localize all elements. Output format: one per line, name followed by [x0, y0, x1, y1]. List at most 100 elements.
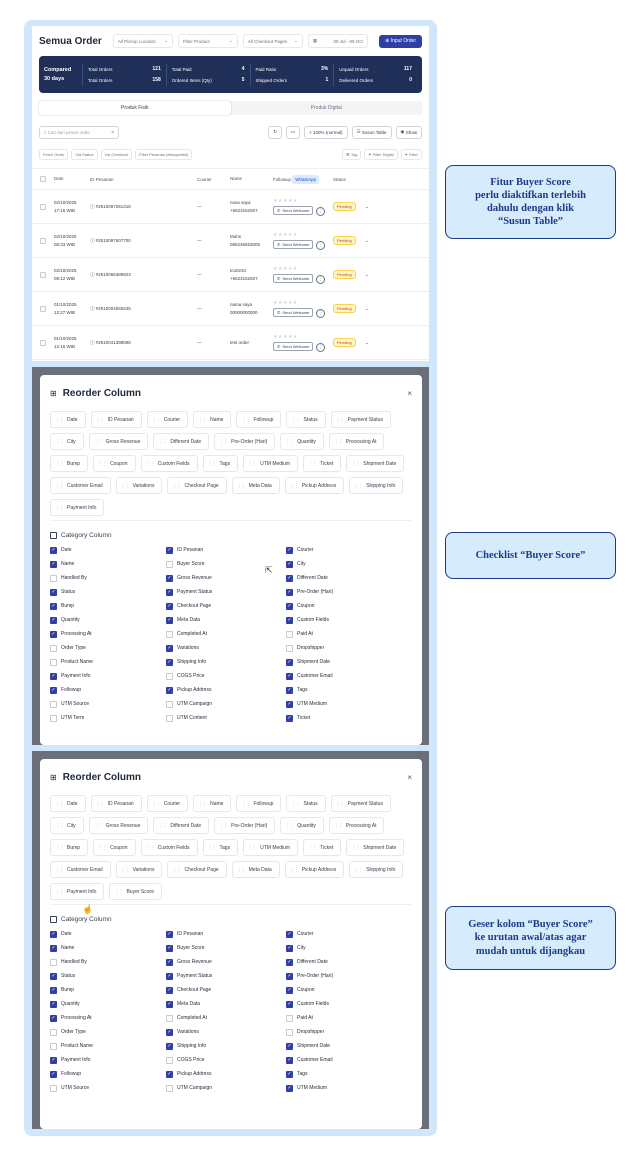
- drag-handle-icon[interactable]: ⋮⋮: [146, 845, 155, 851]
- checkbox-icon[interactable]: [286, 630, 293, 638]
- chevron-down-icon[interactable]: ⌄: [365, 204, 385, 210]
- column-pill[interactable]: ⋮⋮ Gross Revenue: [88, 433, 149, 450]
- checkout-pages-select[interactable]: All Checkout Pages ⌄: [242, 34, 303, 48]
- column-checkbox[interactable]: ✓ Courier: [286, 545, 406, 555]
- column-pill[interactable]: ⋮⋮ Followup: [236, 795, 282, 812]
- send-welcome-button[interactable]: ✆ Send Welcome: [273, 307, 314, 317]
- checkbox-icon[interactable]: ✓: [50, 630, 57, 638]
- checkbox-icon[interactable]: ✓: [166, 658, 173, 666]
- checkbox-icon[interactable]: [166, 672, 173, 680]
- drag-handle-icon[interactable]: ⋮⋮: [94, 439, 103, 445]
- column-checkbox[interactable]: ✓ Date: [50, 545, 166, 555]
- checkbox-icon[interactable]: [50, 644, 57, 652]
- column-pill[interactable]: ⋮⋮ Coupon: [93, 839, 136, 856]
- col-name[interactable]: Name: [230, 175, 273, 182]
- checkbox-icon[interactable]: ✓: [286, 616, 293, 624]
- drag-handle-icon[interactable]: ⋮⋮: [351, 845, 360, 851]
- drag-handle-icon[interactable]: ⋮⋮: [336, 417, 345, 423]
- drag-handle-icon[interactable]: ⋮⋮: [354, 483, 363, 489]
- column-pill[interactable]: ⋮⋮ Tags: [202, 839, 239, 856]
- checkbox-icon[interactable]: ✓: [286, 1070, 293, 1078]
- chevron-down-icon[interactable]: ⌄: [365, 306, 385, 312]
- checkbox-icon[interactable]: ✓: [166, 930, 173, 938]
- column-pill[interactable]: ⋮⋮ Processing At: [328, 817, 385, 834]
- column-checkbox[interactable]: ✓ Payment Status: [166, 587, 286, 597]
- select-all-checkbox[interactable]: [40, 176, 46, 182]
- checkbox-icon[interactable]: ✓: [166, 588, 173, 596]
- send-welcome-button[interactable]: ✆ Send Welcome: [273, 273, 314, 283]
- column-checkbox[interactable]: ✓ Status: [50, 971, 166, 981]
- column-checkbox[interactable]: ✓ ID Pesanan: [166, 545, 286, 555]
- more-icon[interactable]: ⋮: [316, 206, 326, 216]
- row-id[interactable]: #2510041398596: [96, 340, 131, 345]
- checkbox-icon[interactable]: ✓: [166, 602, 173, 610]
- column-checkbox[interactable]: ✓ Shipment Date: [286, 1041, 406, 1051]
- refresh-button[interactable]: ↻: [268, 125, 282, 139]
- row-checkbox[interactable]: [40, 305, 46, 312]
- column-checkbox[interactable]: ✓ Shipping Info: [166, 1041, 286, 1051]
- filter-button[interactable]: ⏷ Filter: [400, 148, 422, 160]
- column-pill[interactable]: ⋮⋮ Meta Data: [231, 861, 280, 878]
- column-pill[interactable]: ⋮⋮ Payment Status: [330, 795, 391, 812]
- tag-filter[interactable]: ⌘ Tag: [341, 148, 362, 160]
- column-pill[interactable]: ⋮⋮ Shipment Date: [346, 839, 405, 856]
- column-pill[interactable]: ⋮⋮ Variations: [115, 861, 163, 878]
- column-pill[interactable]: ⋮⋮ Pre-Order (Hari): [214, 817, 276, 834]
- filter-chip[interactable]: Via Checkout: [100, 148, 133, 160]
- drag-handle-icon[interactable]: ⋮⋮: [55, 889, 64, 895]
- drag-handle-icon[interactable]: ⋮⋮: [248, 845, 257, 851]
- drag-handle-icon[interactable]: ⋮⋮: [55, 867, 64, 873]
- row-id[interactable]: #2510004555245: [96, 306, 131, 311]
- drag-handle-icon[interactable]: ⋮⋮: [336, 801, 345, 807]
- checkbox-icon[interactable]: ✓: [50, 672, 57, 680]
- col-followup[interactable]: Followup WhatsApp: [273, 174, 333, 184]
- col-courier[interactable]: Courier: [197, 177, 230, 182]
- tab-produk-fisik[interactable]: Produk Fisik: [39, 101, 231, 115]
- column-checkbox[interactable]: ✓ Shipment Date: [286, 657, 406, 667]
- column-pill[interactable]: ⋮⋮ Date: [50, 795, 86, 812]
- checkbox-icon[interactable]: ✓: [286, 944, 293, 952]
- checkbox-icon[interactable]: ✓: [286, 560, 293, 568]
- column-checkbox[interactable]: ✓ Payment Info: [50, 671, 166, 681]
- row-id[interactable]: #2510065389923: [96, 272, 131, 277]
- drag-handle-icon[interactable]: ⋮⋮: [351, 461, 360, 467]
- column-checkbox[interactable]: Paid At: [286, 629, 406, 639]
- checkbox-icon[interactable]: [286, 1028, 293, 1036]
- checkbox-icon[interactable]: [50, 574, 57, 582]
- column-checkbox[interactable]: ✓ Coupon: [286, 985, 406, 995]
- drag-handle-icon[interactable]: ⋮⋮: [172, 867, 181, 873]
- checkbox-icon[interactable]: ✓: [286, 700, 293, 708]
- checkbox-icon[interactable]: [166, 700, 173, 708]
- column-pill[interactable]: ⋮⋮ Buyer Score: [109, 883, 162, 900]
- drag-handle-icon[interactable]: ⋮⋮: [308, 461, 317, 467]
- column-checkbox[interactable]: ✓ Different Date: [286, 957, 406, 967]
- checkbox-icon[interactable]: ✓: [50, 1014, 57, 1022]
- column-pill[interactable]: ⋮⋮ Pickup Address: [284, 477, 345, 494]
- drag-handle-icon[interactable]: ⋮⋮: [308, 845, 317, 851]
- column-checkbox[interactable]: ✓ Variations: [166, 1027, 286, 1037]
- checkbox-icon[interactable]: ✓: [166, 1070, 173, 1078]
- digital-filter[interactable]: ⏷ Filter Digital: [364, 148, 398, 160]
- column-checkbox[interactable]: ✓ Date: [50, 929, 166, 939]
- checkbox-icon[interactable]: [286, 644, 293, 652]
- column-checkbox[interactable]: ✓ Followup: [50, 685, 166, 695]
- column-checkbox[interactable]: ✓ Tags: [286, 1069, 406, 1079]
- column-checkbox[interactable]: ✓ Pre-Order (Hari): [286, 971, 406, 981]
- column-pill[interactable]: ⋮⋮ Courier: [146, 411, 189, 428]
- checkbox-icon[interactable]: ✓: [286, 1042, 293, 1050]
- column-checkbox[interactable]: ✓ Bump: [50, 601, 166, 611]
- column-pill[interactable]: ⋮⋮ Date: [50, 411, 86, 428]
- column-checkbox[interactable]: Product Name: [50, 657, 166, 667]
- column-checkbox[interactable]: ✓ Buyer Score: [166, 943, 286, 953]
- column-pill[interactable]: ⋮⋮ ID Pesanan: [90, 411, 142, 428]
- more-icon[interactable]: ⋮: [316, 342, 326, 352]
- drag-handle-icon[interactable]: ⋮⋮: [158, 439, 167, 445]
- checkbox-icon[interactable]: ✓: [166, 958, 173, 966]
- more-icon[interactable]: ⋮: [316, 308, 326, 318]
- checkbox-icon[interactable]: [166, 1014, 173, 1022]
- column-pill[interactable]: ⋮⋮ Payment Status: [330, 411, 391, 428]
- date-range-select[interactable]: ▦ 09 Jul - 09 Oct: [307, 34, 368, 48]
- col-date[interactable]: Date: [54, 175, 90, 182]
- row-checkbox[interactable]: [40, 237, 46, 244]
- filter-chip[interactable]: Fetch Order: [39, 148, 69, 160]
